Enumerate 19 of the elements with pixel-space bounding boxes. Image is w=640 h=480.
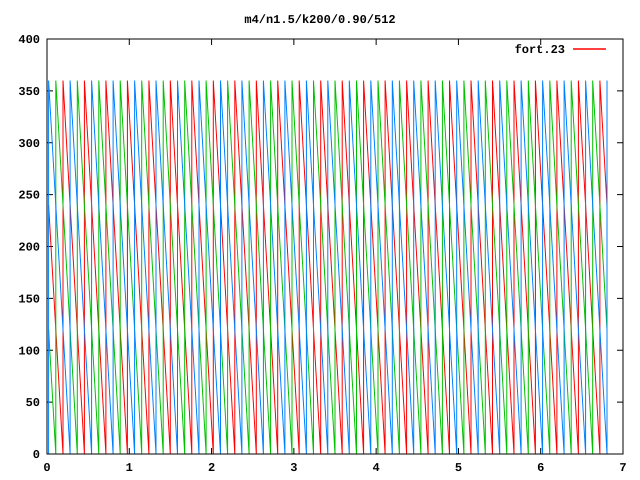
chart-title: m4/n1.5/k200/0.90/512 [244, 13, 396, 27]
tick-label: 300 [18, 136, 40, 151]
tick-label: 2 [208, 461, 216, 475]
tick-label: 50 [26, 396, 40, 410]
legend-label: fort.23 [514, 43, 565, 57]
tick-label: 7 [619, 461, 627, 475]
tick-label: 400 [18, 33, 40, 47]
tick-label: 100 [18, 344, 40, 358]
tick-label: 200 [18, 240, 40, 254]
tick-label: 150 [18, 292, 40, 306]
tick-label: 0 [43, 461, 51, 475]
tick-label: 6 [537, 461, 544, 475]
tick-label: 250 [18, 188, 40, 203]
tick-label: 5 [454, 461, 462, 475]
tick-label: 3 [290, 461, 298, 475]
tick-label: 0 [32, 448, 40, 462]
tick-label: 350 [18, 84, 40, 99]
tick-label: 1 [126, 461, 133, 475]
tick-label: 4 [372, 461, 380, 475]
